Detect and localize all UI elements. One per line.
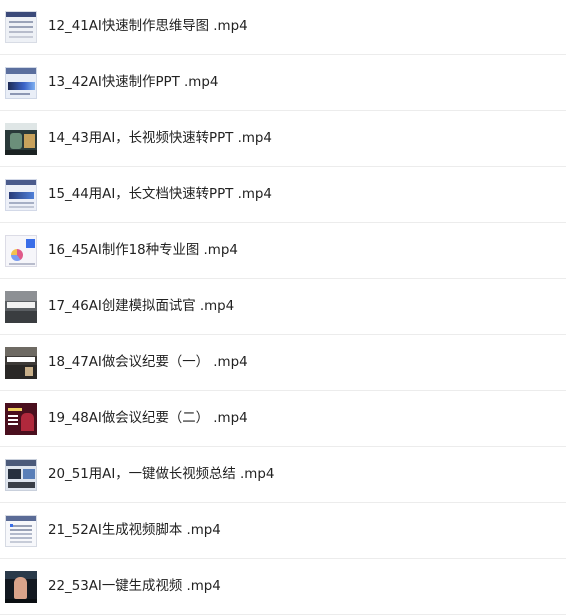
file-row[interactable]: 17_46AI创建模拟面试官 .mp4: [0, 279, 566, 335]
file-name: 12_41AI快速制作思维导图 .mp4: [48, 19, 248, 34]
video-thumbnail-icon: [5, 291, 37, 323]
file-row[interactable]: 20_51用AI，一键做长视频总结 .mp4: [0, 447, 566, 503]
video-thumbnail-icon: [5, 123, 37, 155]
file-name: 21_52AI生成视频脚本 .mp4: [48, 523, 221, 538]
video-thumbnail-icon: [5, 11, 37, 43]
file-row[interactable]: 16_45AI制作18种专业图 .mp4: [0, 223, 566, 279]
video-thumbnail-icon: [5, 179, 37, 211]
file-name: 18_47AI做会议纪要（一） .mp4: [48, 355, 248, 370]
file-row[interactable]: 15_44用AI，长文档快速转PPT .mp4: [0, 167, 566, 223]
file-row[interactable]: 18_47AI做会议纪要（一） .mp4: [0, 335, 566, 391]
file-name: 19_48AI做会议纪要（二） .mp4: [48, 411, 248, 426]
file-row[interactable]: 13_42AI快速制作PPT .mp4: [0, 55, 566, 111]
video-thumbnail-icon: [5, 459, 37, 491]
file-row[interactable]: 14_43用AI，长视频快速转PPT .mp4: [0, 111, 566, 167]
video-thumbnail-icon: [5, 347, 37, 379]
file-row[interactable]: 19_48AI做会议纪要（二） .mp4: [0, 391, 566, 447]
video-thumbnail-icon: [5, 235, 37, 267]
file-row[interactable]: 21_52AI生成视频脚本 .mp4: [0, 503, 566, 559]
video-thumbnail-icon: [5, 403, 37, 435]
file-name: 16_45AI制作18种专业图 .mp4: [48, 243, 238, 258]
file-name: 14_43用AI，长视频快速转PPT .mp4: [48, 131, 272, 146]
file-name: 20_51用AI，一键做长视频总结 .mp4: [48, 467, 275, 482]
video-thumbnail-icon: [5, 571, 37, 603]
file-name: 13_42AI快速制作PPT .mp4: [48, 75, 219, 90]
video-thumbnail-icon: [5, 515, 37, 547]
file-name: 22_53AI一键生成视频 .mp4: [48, 579, 221, 594]
file-list: 12_41AI快速制作思维导图 .mp4 13_42AI快速制作PPT .mp4…: [0, 0, 566, 615]
video-thumbnail-icon: [5, 67, 37, 99]
file-name: 15_44用AI，长文档快速转PPT .mp4: [48, 187, 272, 202]
file-row[interactable]: 12_41AI快速制作思维导图 .mp4: [0, 0, 566, 55]
file-name: 17_46AI创建模拟面试官 .mp4: [48, 299, 235, 314]
